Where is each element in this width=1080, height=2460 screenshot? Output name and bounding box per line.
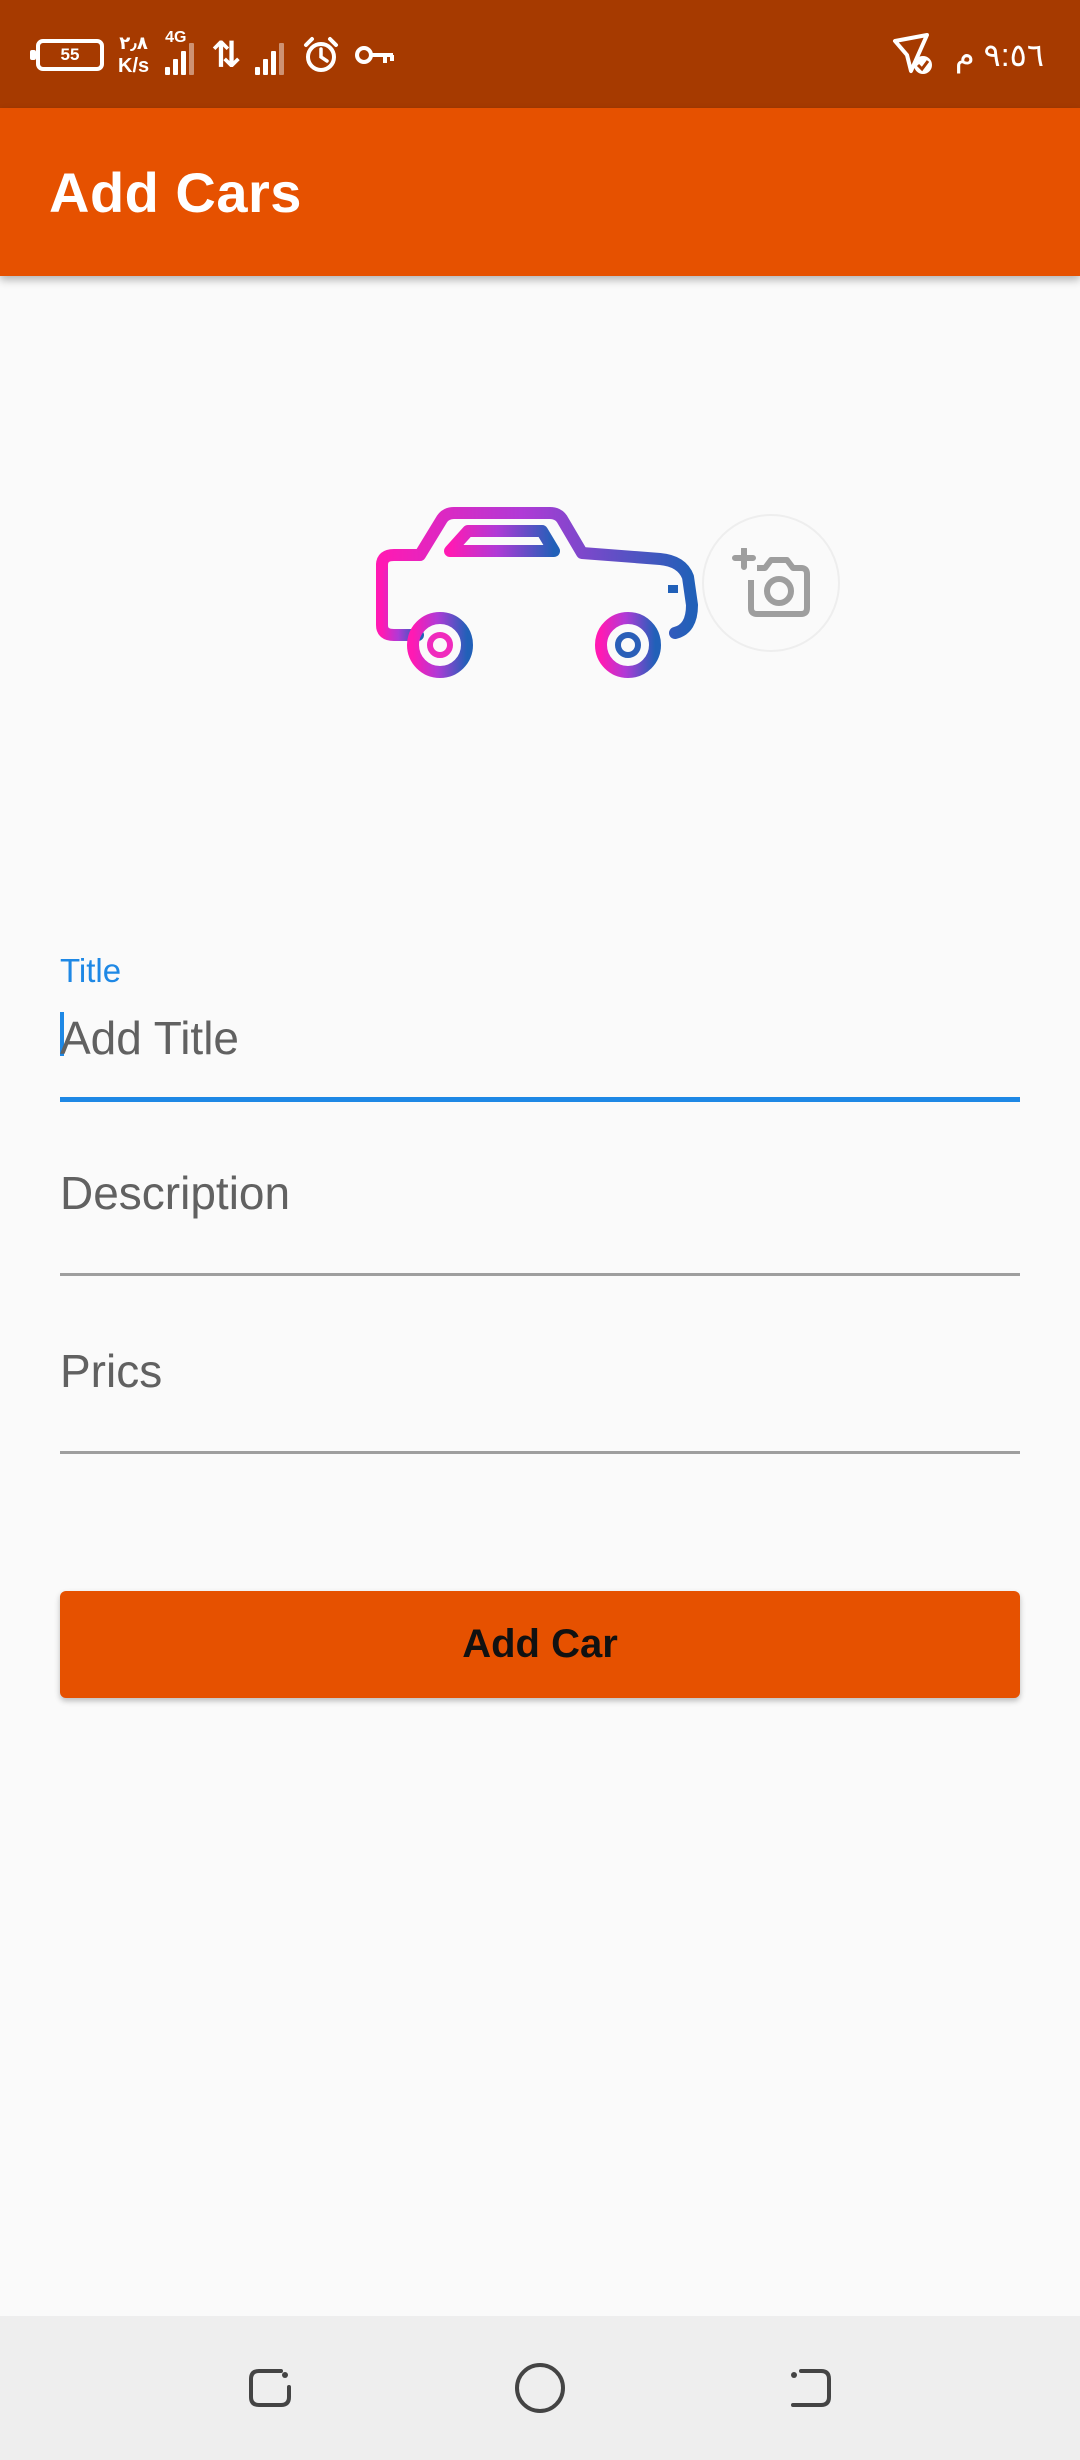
network-speed-unit: K/s: [118, 55, 150, 77]
battery-level: 55: [60, 45, 80, 64]
back-button[interactable]: [780, 2358, 840, 2418]
status-left: 55 ٢٫٨ K/s 4G ⇅: [30, 28, 397, 82]
battery-icon: 55: [30, 39, 104, 71]
title-label: Title: [60, 952, 122, 989]
network-speed: ٢٫٨ K/s: [118, 34, 149, 76]
app-bar: Add Cars: [0, 108, 1080, 276]
title-input[interactable]: [60, 1008, 1020, 1068]
car-icon: [376, 507, 698, 678]
status-right: ٩:٥٦ م: [889, 28, 1044, 82]
add-photo-icon: [732, 548, 810, 617]
home-button[interactable]: [510, 2358, 570, 2418]
network-type: 4G: [165, 29, 187, 46]
back-icon: [791, 2369, 831, 2407]
price-field[interactable]: [60, 1318, 1020, 1454]
home-icon: [515, 2363, 565, 2413]
vpn-key-icon: [355, 46, 395, 64]
signal-icon: 4G: [165, 29, 197, 75]
data-activity-icon: ⇅: [211, 34, 242, 75]
status-bar: 55 ٢٫٨ K/s 4G ⇅ ٩:٥٦ م: [0, 0, 1080, 108]
recents-button[interactable]: [240, 2358, 300, 2418]
signal-icon-2: [255, 35, 287, 75]
add-car-button[interactable]: Add Car: [60, 1591, 1020, 1698]
network-speed-value: ٢٫٨: [119, 33, 148, 53]
recents-icon: [249, 2369, 291, 2407]
add-photo-button[interactable]: [702, 514, 840, 652]
clock: ٩:٥٦ م: [954, 37, 1044, 73]
navigation-bar: [0, 2316, 1080, 2460]
page-title: Add Cars: [49, 161, 302, 224]
alarm-icon: [304, 37, 339, 72]
title-field[interactable]: Title: [60, 950, 1020, 1102]
price-input[interactable]: [60, 1338, 1020, 1404]
description-field[interactable]: [60, 1140, 1020, 1276]
description-input[interactable]: [60, 1160, 1020, 1226]
location-off-icon: [892, 33, 932, 74]
